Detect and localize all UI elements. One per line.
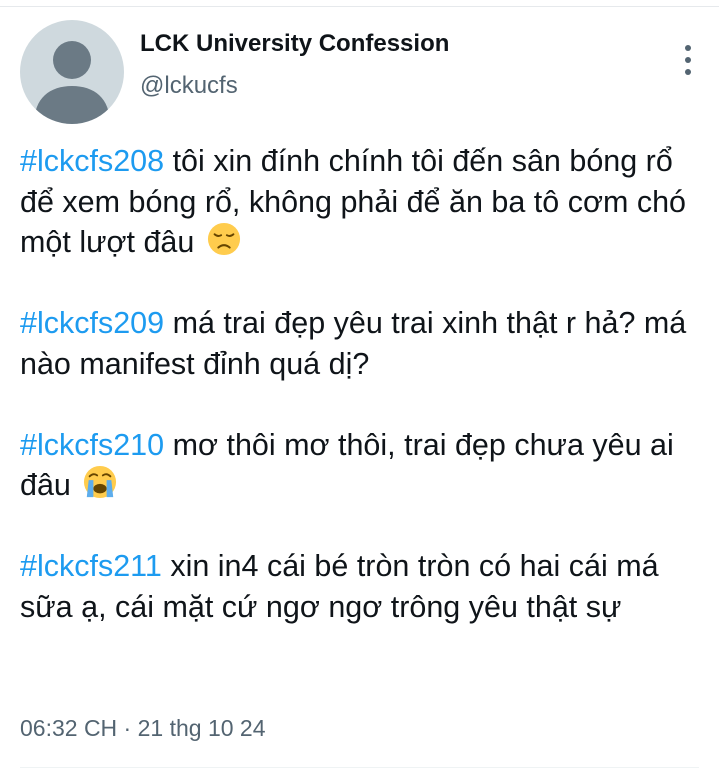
tweet[interactable]: LCK University Confession @lckucfs #lckc… bbox=[0, 7, 719, 768]
author-names: LCK University Confession @lckucfs bbox=[140, 24, 449, 106]
disappointed-face-emoji bbox=[207, 222, 240, 256]
more-options-button[interactable] bbox=[676, 40, 700, 80]
loudly-crying-face-emoji bbox=[84, 465, 117, 499]
confession-paragraph: #lckcfs209 má trai đẹp yêu trai xinh thậ… bbox=[20, 303, 710, 384]
tweet-header: LCK University Confession @lckucfs bbox=[20, 18, 700, 128]
confession-paragraph: #lckcfs210 mơ thôi mơ thôi, trai đẹp chư… bbox=[20, 425, 710, 506]
hashtag-link[interactable]: #lckcfs211 bbox=[20, 549, 162, 583]
more-vertical-icon-dot bbox=[685, 57, 691, 63]
author-display-name[interactable]: LCK University Confession bbox=[140, 24, 449, 64]
default-avatar-icon bbox=[34, 41, 110, 124]
hashtag-link[interactable]: #lckcfs210 bbox=[20, 428, 164, 462]
tweet-timestamp[interactable]: 06:32 CH · 21 thg 10 24 bbox=[20, 708, 266, 748]
confession-paragraph: #lckcfs208 tôi xin đính chính tôi đến sâ… bbox=[20, 141, 710, 263]
more-vertical-icon-dot bbox=[685, 69, 691, 75]
avatar[interactable] bbox=[20, 20, 124, 124]
top-divider bbox=[0, 0, 719, 7]
hashtag-link[interactable]: #lckcfs208 bbox=[20, 144, 164, 178]
author-handle[interactable]: @lckucfs bbox=[140, 66, 449, 106]
confession-paragraph: #lckcfs211 xin in4 cái bé tròn tròn có h… bbox=[20, 546, 710, 627]
bottom-divider bbox=[20, 767, 699, 768]
more-vertical-icon bbox=[685, 45, 691, 51]
hashtag-link[interactable]: #lckcfs209 bbox=[20, 306, 164, 340]
tweet-text: #lckcfs208 tôi xin đính chính tôi đến sâ… bbox=[20, 141, 710, 668]
